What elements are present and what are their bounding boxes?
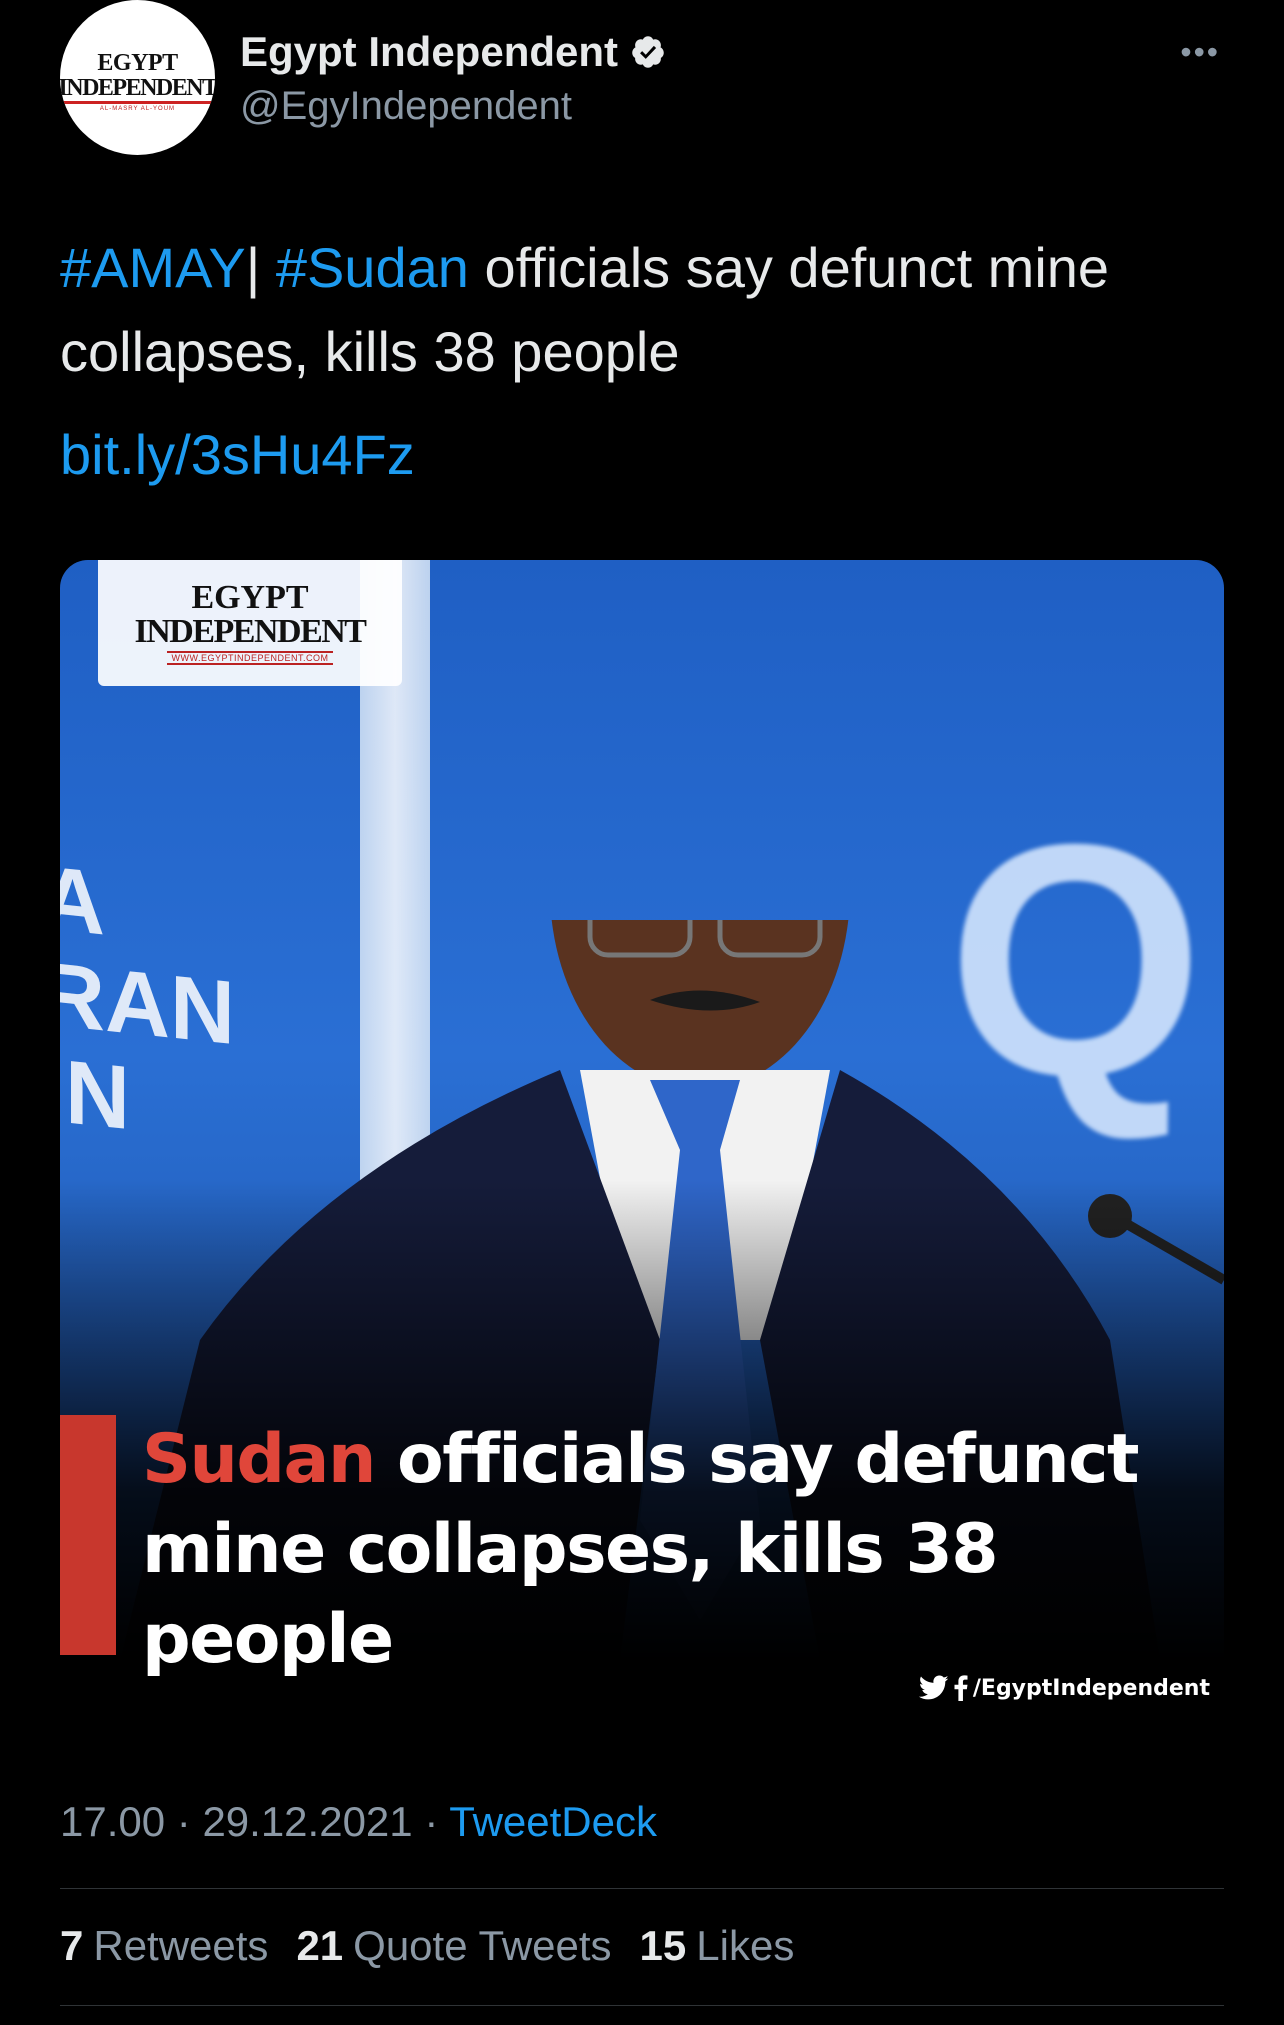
quotes-label: Quote Tweets — [353, 1922, 612, 1969]
watermark-url: WWW.EGYPTINDEPENDENT.COM — [167, 651, 333, 665]
divider — [60, 1888, 1224, 1889]
twitter-bird-icon — [918, 1675, 949, 1700]
headline-accent-bar — [60, 1415, 116, 1655]
social-handle-text: /EgyptIndependent — [972, 1675, 1210, 1701]
author-avatar[interactable]: EGYPT INDEPENDENT AL-MASRY AL-YOUM — [60, 0, 215, 155]
author-display-name[interactable]: Egypt Independent — [240, 28, 618, 76]
likes-count: 15 — [639, 1922, 687, 1969]
retweets-label: Retweets — [93, 1922, 269, 1969]
verified-badge-icon — [632, 36, 664, 68]
tweet-stats: 7 Retweets 21 Quote Tweets 15 Likes — [60, 1922, 794, 1970]
tweet-meta: 17.00 · 29.12.2021 · TweetDeck — [60, 1798, 657, 1846]
retweets-count: 7 — [60, 1922, 84, 1969]
headline-highlight: Sudan — [142, 1420, 376, 1499]
hashtag-sudan[interactable]: #Sudan — [276, 236, 469, 299]
facebook-icon — [954, 1675, 968, 1701]
meta-separator: · — [424, 1798, 450, 1845]
avatar-logo-line3: AL-MASRY AL-YOUM — [99, 106, 176, 112]
author-name-row[interactable]: Egypt Independent — [240, 28, 666, 76]
more-options-icon[interactable]: ••• — [1180, 36, 1220, 68]
tweet-text: #AMAY| #Sudan officials say defunct mine… — [60, 226, 1230, 394]
likes-stat[interactable]: 15 Likes — [640, 1922, 795, 1970]
tweet-link[interactable]: bit.ly/3sHu4Fz — [60, 423, 415, 486]
watermark-logo: EGYPT INDEPENDENT WWW.EGYPTINDEPENDENT.C… — [98, 560, 402, 686]
divider — [60, 2005, 1224, 2006]
quote-tweets-stat[interactable]: 21 Quote Tweets — [296, 1922, 611, 1970]
tweet-media-image[interactable]: A RAN IN Q EGYPT INDEPENDENT WWW.EGYPTIN… — [60, 560, 1224, 1722]
avatar-logo-line2: INDEPENDENT — [60, 75, 215, 104]
author-handle[interactable]: @EgyIndependent — [240, 84, 572, 129]
watermark-line2: INDEPENDENT — [134, 613, 367, 650]
tweet-source-link[interactable]: TweetDeck — [449, 1798, 657, 1845]
avatar-logo-line1: EGYPT — [97, 50, 178, 76]
hashtag-amay[interactable]: #AMAY — [60, 236, 246, 299]
tweet-text-separator: | — [245, 236, 276, 299]
quotes-count: 21 — [296, 1922, 344, 1969]
watermark-line1: EGYPT — [191, 579, 309, 616]
tweet-date[interactable]: 29.12.2021 — [202, 1798, 412, 1845]
media-social-handle: /EgyptIndependent — [918, 1675, 1210, 1701]
retweets-stat[interactable]: 7 Retweets — [60, 1922, 268, 1970]
media-headline: Sudan officials say defunct mine collaps… — [142, 1415, 1202, 1685]
tweet-time[interactable]: 17.00 — [60, 1798, 165, 1845]
likes-label: Likes — [696, 1922, 795, 1969]
meta-separator: · — [176, 1798, 203, 1845]
